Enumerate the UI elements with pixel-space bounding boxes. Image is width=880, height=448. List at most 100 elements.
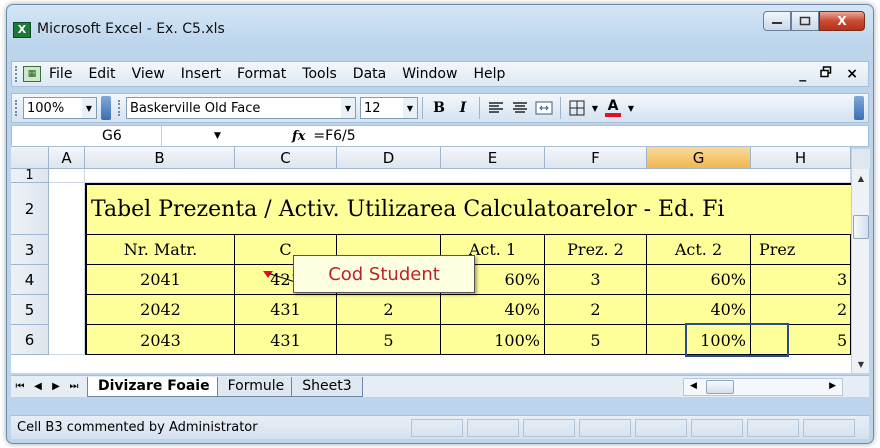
font-name-select[interactable]: Baskerville Old Face ▼ — [126, 97, 356, 119]
menu-help[interactable]: Help — [465, 66, 513, 82]
scroll-right-button[interactable]: ▶ — [829, 381, 836, 391]
tab-formule[interactable]: Formule — [216, 376, 296, 397]
prev-sheet-button[interactable]: ◀ — [29, 381, 47, 392]
menu-tools[interactable]: Tools — [294, 66, 345, 82]
row-header-6[interactable]: 6 — [11, 325, 49, 355]
table-cell[interactable]: 40% — [647, 295, 751, 325]
font-size-select[interactable]: 12 ▼ — [360, 97, 418, 119]
row-header-1[interactable]: 1 — [11, 168, 49, 183]
column-header-d[interactable]: D — [337, 147, 441, 169]
row-header-2[interactable]: 2 — [11, 183, 49, 235]
title-bar[interactable]: X Microsoft Excel - Ex. C5.xls X — [7, 5, 873, 49]
menu-view[interactable]: View — [124, 66, 173, 82]
font-color-button[interactable]: A — [602, 97, 624, 119]
column-header-h[interactable]: H — [751, 147, 851, 169]
header-prez-2[interactable]: Prez. 2 — [545, 235, 647, 265]
table-cell[interactable]: 40% — [441, 295, 545, 325]
header-act-2[interactable]: Act. 2 — [647, 235, 751, 265]
table-cell[interactable]: 2 — [337, 295, 441, 325]
menu-edit[interactable]: Edit — [80, 66, 123, 82]
tab-divizare-foaie[interactable]: Divizare Foaie — [87, 376, 221, 397]
toolbar-overflow-button[interactable] — [101, 96, 111, 120]
table-cell[interactable]: 5 — [545, 325, 647, 355]
menu-insert[interactable]: Insert — [173, 66, 229, 82]
scroll-down-button[interactable]: ▼ — [852, 355, 870, 373]
function-icon[interactable]: fx — [292, 129, 305, 144]
table-cell[interactable]: 431 — [235, 295, 337, 325]
header-nr-matr[interactable]: Nr. Matr. — [85, 235, 235, 265]
borders-button[interactable] — [566, 97, 588, 119]
align-center-button[interactable] — [509, 97, 531, 119]
row-header-5[interactable]: 5 — [11, 295, 49, 325]
align-left-button[interactable] — [485, 97, 507, 119]
workbook-close-button[interactable]: × — [846, 66, 858, 82]
table-title[interactable]: Tabel Prezenta / Activ. Utilizarea Calcu… — [85, 183, 851, 235]
menu-data[interactable]: Data — [345, 66, 394, 82]
header-prez-3[interactable]: Prez — [751, 235, 851, 265]
active-cell-g6[interactable] — [685, 323, 789, 357]
chevron-down-icon[interactable]: ▼ — [403, 98, 417, 118]
chevron-down-icon[interactable]: ▼ — [214, 131, 221, 141]
workbook-minimize-button[interactable]: _ — [799, 66, 806, 82]
table-cell[interactable]: 2042 — [85, 295, 235, 325]
table-cell[interactable]: 2041 — [85, 265, 235, 295]
vertical-scroll-thumb[interactable] — [853, 215, 869, 239]
column-header-e[interactable]: E — [441, 147, 545, 169]
table-cell[interactable]: 3 — [545, 265, 647, 295]
toolbar-grip[interactable] — [15, 100, 19, 116]
chevron-down-icon[interactable]: ▼ — [341, 98, 355, 118]
menu-format[interactable]: Format — [229, 66, 294, 82]
bold-button[interactable]: B — [428, 97, 450, 119]
horizontal-scrollbar[interactable]: ◀ ▶ — [683, 378, 843, 396]
row-header-3[interactable]: 3 — [11, 235, 49, 265]
menu-file[interactable]: File — [41, 66, 80, 82]
close-button[interactable]: X — [819, 11, 865, 31]
vertical-scrollbar[interactable]: ▲ ▼ — [851, 149, 870, 373]
chevron-down-icon[interactable]: ▼ — [82, 98, 96, 118]
scroll-left-button[interactable]: ◀ — [690, 381, 697, 391]
minimize-button[interactable] — [763, 11, 791, 31]
excel-app-icon[interactable]: X — [13, 22, 31, 38]
font-color-dropdown[interactable]: ▼ — [626, 97, 636, 119]
table-cell[interactable]: 2 — [545, 295, 647, 325]
table-cell[interactable]: 60% — [647, 265, 751, 295]
column-a-cells[interactable] — [49, 183, 85, 355]
table-cell[interactable]: 3 — [751, 265, 851, 295]
menu-window[interactable]: Window — [394, 66, 465, 82]
column-header-a[interactable]: A — [49, 147, 85, 169]
cell-a1[interactable] — [49, 169, 85, 183]
toolbar-overflow-button-2[interactable] — [854, 96, 864, 120]
column-header-g[interactable]: G — [647, 147, 751, 169]
workbook-icon[interactable]: ▦ — [23, 66, 41, 82]
column-header-b[interactable]: B — [85, 147, 235, 169]
tab-sheet3[interactable]: Sheet3 — [291, 376, 363, 397]
column-header-c[interactable]: C — [235, 147, 337, 169]
table-cell[interactable]: 2 — [751, 295, 851, 325]
maximize-button[interactable] — [791, 11, 819, 31]
last-sheet-button[interactable]: ⏭ — [65, 381, 83, 392]
workbook-restore-button[interactable] — [820, 66, 832, 82]
zoom-select[interactable]: 100% ▼ — [23, 97, 97, 119]
row-1-cells[interactable] — [85, 169, 851, 183]
next-sheet-button[interactable]: ▶ — [47, 381, 65, 392]
table-cell[interactable]: 2043 — [85, 325, 235, 355]
cell-comment[interactable]: Cod Student — [293, 255, 475, 293]
horizontal-scroll-thumb[interactable] — [706, 380, 734, 394]
scroll-up-button[interactable]: ▲ — [852, 169, 870, 187]
column-header-f[interactable]: F — [545, 147, 647, 169]
name-box[interactable]: G6 ▼ — [12, 126, 221, 146]
toolbar-grip-2[interactable] — [118, 100, 122, 116]
table-cell[interactable]: 5 — [337, 325, 441, 355]
row-header-4[interactable]: 4 — [11, 265, 49, 295]
italic-button[interactable]: I — [452, 97, 474, 119]
toolbar-separator — [560, 97, 561, 119]
borders-dropdown[interactable]: ▼ — [590, 97, 600, 119]
split-box[interactable] — [852, 149, 870, 169]
menubar-grip[interactable] — [15, 66, 19, 82]
formula-input[interactable]: =F6/5 — [313, 128, 355, 144]
select-all-corner[interactable] — [11, 147, 49, 169]
table-cell[interactable]: 100% — [441, 325, 545, 355]
table-cell[interactable]: 431 — [235, 325, 337, 355]
first-sheet-button[interactable]: ⏮ — [11, 381, 29, 392]
merge-center-button[interactable] — [533, 97, 555, 119]
